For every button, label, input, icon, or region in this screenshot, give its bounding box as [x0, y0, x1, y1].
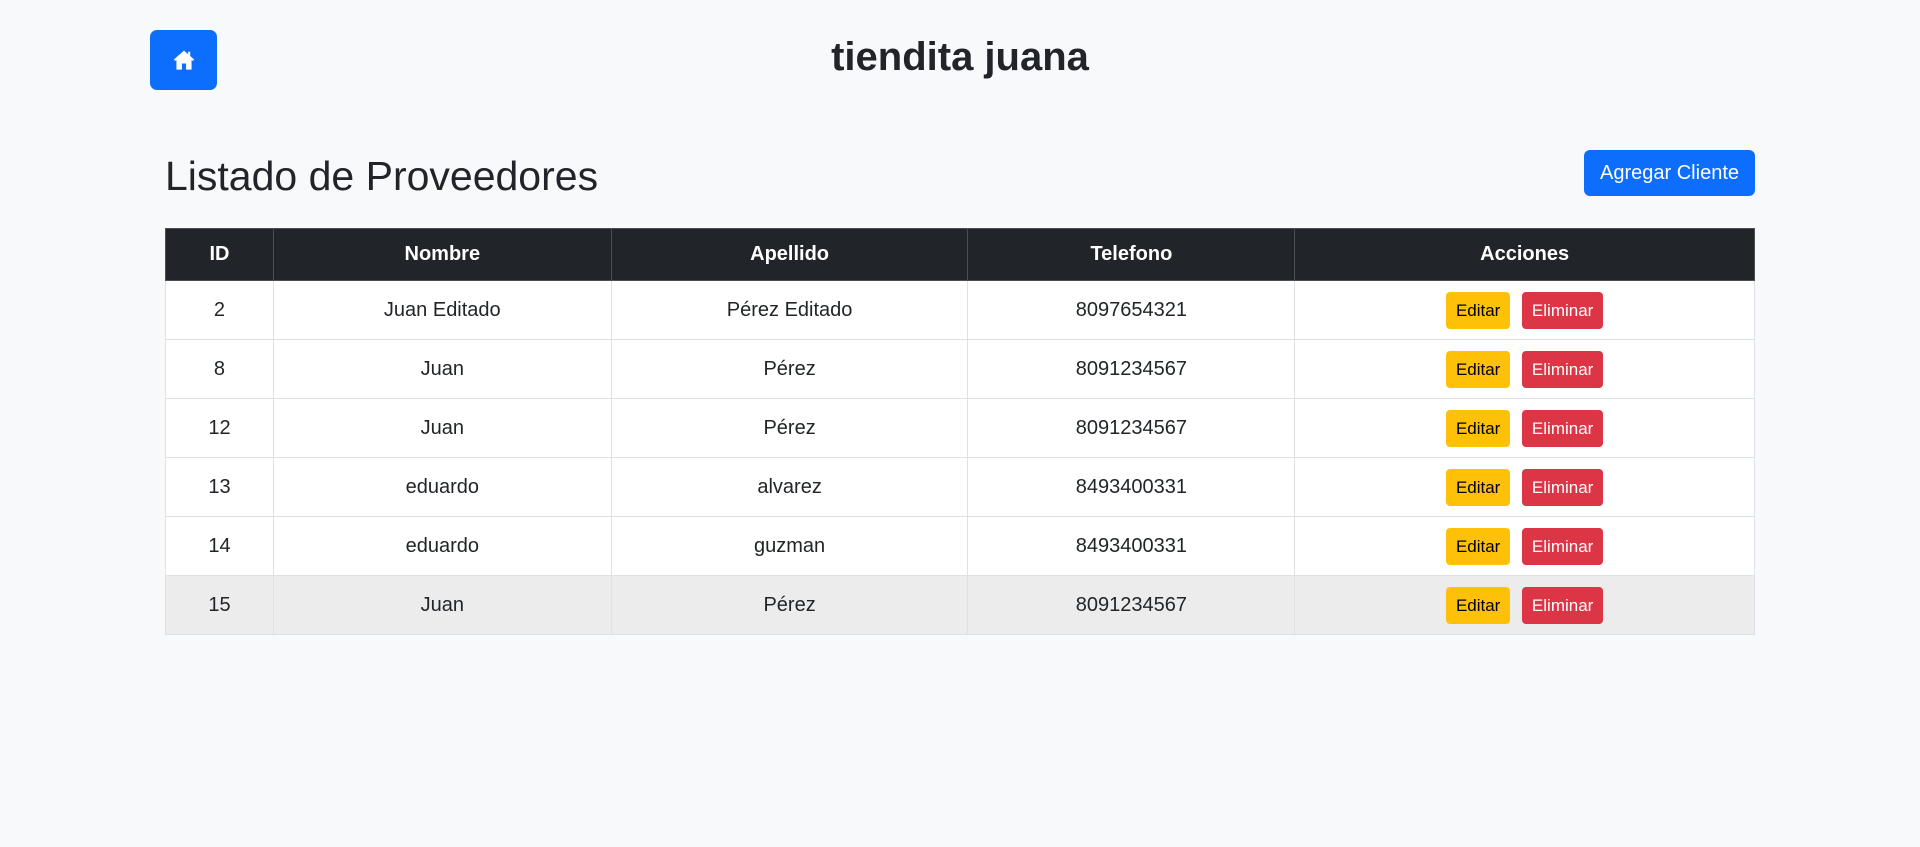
- cell-apellido: guzman: [610, 516, 969, 576]
- edit-button[interactable]: Editar: [1445, 291, 1511, 329]
- table-header-row: ID Nombre Apellido Telefono Acciones: [165, 228, 1755, 281]
- cell-id: 2: [165, 280, 274, 340]
- delete-button[interactable]: Eliminar: [1521, 586, 1604, 624]
- delete-button[interactable]: Eliminar: [1521, 409, 1604, 447]
- delete-button[interactable]: Eliminar: [1521, 468, 1604, 506]
- cell-id: 12: [165, 398, 274, 458]
- cell-acciones: Editar Eliminar: [1294, 516, 1755, 576]
- table-row: 8 Juan Pérez 8091234567 Editar Eliminar: [165, 339, 1755, 399]
- site-title: tiendita juana: [831, 35, 1089, 79]
- table-row: 13 eduardo alvarez 8493400331 Editar Eli…: [165, 457, 1755, 517]
- cell-apellido: Pérez Editado: [610, 280, 969, 340]
- add-client-button[interactable]: Agregar Cliente: [1584, 150, 1755, 196]
- cell-telefono: 8493400331: [967, 457, 1296, 517]
- cell-id: 14: [165, 516, 274, 576]
- cell-telefono: 8091234567: [967, 339, 1296, 399]
- column-header-telefono[interactable]: Telefono: [967, 228, 1296, 281]
- edit-button[interactable]: Editar: [1445, 468, 1511, 506]
- cell-telefono: 8091234567: [967, 398, 1296, 458]
- column-header-apellido[interactable]: Apellido: [610, 228, 969, 281]
- header: tiendita juana: [0, 0, 1920, 120]
- cell-telefono: 8097654321: [967, 280, 1296, 340]
- cell-nombre: Juan: [272, 398, 612, 458]
- cell-acciones: Editar Eliminar: [1294, 457, 1755, 517]
- cell-acciones: Editar Eliminar: [1294, 398, 1755, 458]
- table-row: 15 Juan Pérez 8091234567 Editar Eliminar: [165, 575, 1755, 635]
- delete-button[interactable]: Eliminar: [1521, 527, 1604, 565]
- page-head: Listado de Proveedores Agregar Cliente: [165, 150, 1755, 200]
- cell-acciones: Editar Eliminar: [1294, 339, 1755, 399]
- column-header-nombre[interactable]: Nombre: [272, 228, 612, 281]
- table-row: 12 Juan Pérez 8091234567 Editar Eliminar: [165, 398, 1755, 458]
- cell-apellido: Pérez: [610, 575, 969, 635]
- cell-id: 13: [165, 457, 274, 517]
- cell-apellido: Pérez: [610, 339, 969, 399]
- cell-telefono: 8493400331: [967, 516, 1296, 576]
- providers-table: ID Nombre Apellido Telefono Acciones 2 J…: [165, 228, 1755, 635]
- table-row: 2 Juan Editado Pérez Editado 8097654321 …: [165, 280, 1755, 340]
- table-row: 14 eduardo guzman 8493400331 Editar Elim…: [165, 516, 1755, 576]
- edit-button[interactable]: Editar: [1445, 409, 1511, 447]
- delete-button[interactable]: Eliminar: [1521, 350, 1604, 388]
- cell-id: 15: [165, 575, 274, 635]
- edit-button[interactable]: Editar: [1445, 527, 1511, 565]
- column-header-id[interactable]: ID: [165, 228, 274, 281]
- page-title: Listado de Proveedores: [165, 153, 599, 199]
- cell-telefono: 8091234567: [967, 575, 1296, 635]
- cell-nombre: Juan: [272, 339, 612, 399]
- cell-acciones: Editar Eliminar: [1294, 575, 1755, 635]
- cell-nombre: Juan Editado: [272, 280, 612, 340]
- column-header-acciones: Acciones: [1294, 228, 1755, 281]
- cell-nombre: Juan: [272, 575, 612, 635]
- cell-nombre: eduardo: [272, 516, 612, 576]
- cell-acciones: Editar Eliminar: [1294, 280, 1755, 340]
- cell-apellido: Pérez: [610, 398, 969, 458]
- edit-button[interactable]: Editar: [1445, 586, 1511, 624]
- cell-apellido: alvarez: [610, 457, 969, 517]
- cell-id: 8: [165, 339, 274, 399]
- delete-button[interactable]: Eliminar: [1521, 291, 1604, 329]
- cell-nombre: eduardo: [272, 457, 612, 517]
- edit-button[interactable]: Editar: [1445, 350, 1511, 388]
